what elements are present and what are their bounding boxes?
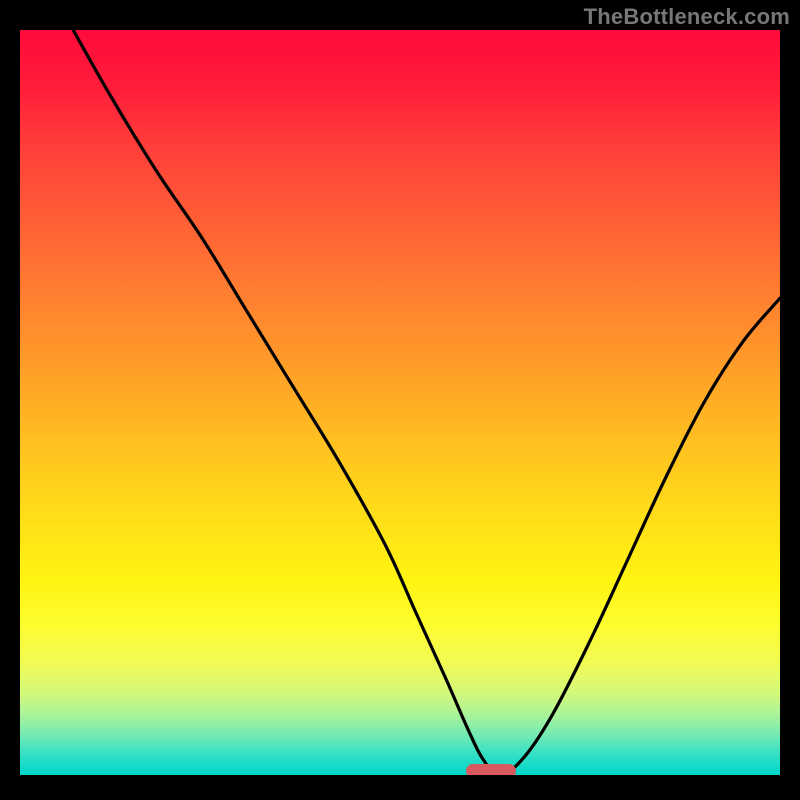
plot-area [20, 30, 780, 775]
curve-layer [20, 30, 780, 775]
watermark-text: TheBottleneck.com [584, 4, 790, 30]
optimal-marker [466, 764, 516, 775]
chart-frame: TheBottleneck.com [0, 0, 800, 800]
bottleneck-curve [73, 30, 780, 775]
